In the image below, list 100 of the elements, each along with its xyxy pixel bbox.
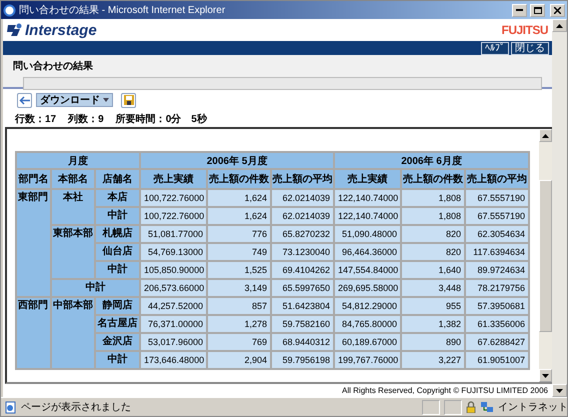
store-cell: 仙台店 bbox=[95, 243, 140, 261]
value-cell: 51,081.77000 bbox=[140, 225, 208, 243]
value-cell: 820 bbox=[401, 243, 466, 261]
stat-text: 行数：17 bbox=[15, 112, 56, 126]
store-cell: 本店 bbox=[95, 189, 140, 207]
value-cell: 1,525 bbox=[207, 261, 272, 279]
value-cell: 206,573.66000 bbox=[140, 279, 208, 297]
zone-label: イントラネット bbox=[498, 401, 564, 414]
value-cell: 3,149 bbox=[207, 279, 272, 297]
value-cell: 955 bbox=[401, 297, 466, 315]
value-cell: 1,278 bbox=[207, 315, 272, 333]
value-cell: 890 bbox=[401, 333, 466, 351]
value-cell: 173,646.48000 bbox=[140, 351, 208, 369]
subtotal-cell: 中計 bbox=[51, 279, 140, 297]
page-scrollbar[interactable] bbox=[552, 19, 567, 397]
value-cell: 1,382 bbox=[401, 315, 466, 333]
logo-icon bbox=[7, 23, 23, 37]
value-cell: 199,767.76000 bbox=[334, 351, 402, 369]
value-cell: 2,904 bbox=[207, 351, 272, 369]
column-header: 売上実績 bbox=[334, 169, 402, 189]
value-cell: 57.3950681 bbox=[465, 297, 530, 315]
brand-logo: FUJITSU bbox=[501, 23, 548, 37]
store-cell: 中計 bbox=[95, 351, 140, 369]
value-cell: 44,257.52000 bbox=[140, 297, 208, 315]
column-header: 部門名 bbox=[16, 169, 51, 189]
value-cell: 51.6423804 bbox=[271, 297, 334, 315]
browser-icon bbox=[3, 4, 16, 16]
scrollbar[interactable] bbox=[539, 129, 552, 382]
value-cell: 67.5557190 bbox=[465, 207, 530, 225]
nav-button[interactable]: 閉じる bbox=[511, 42, 549, 55]
save-button[interactable] bbox=[121, 92, 136, 108]
copyright-text: All Rights Reserved, Copyright © FUJITSU LIMITED 2006 bbox=[342, 386, 548, 395]
division-cell: 本社 bbox=[51, 189, 95, 225]
value-cell: 60,189.67000 bbox=[334, 333, 402, 351]
column-header: 売上額の平均 bbox=[271, 169, 334, 189]
value-cell: 65.8270232 bbox=[271, 225, 334, 243]
stat-text: 所要時間：0分 5秒 bbox=[116, 112, 207, 126]
product-logo: Interstage bbox=[25, 22, 97, 38]
value-cell: 3,448 bbox=[401, 279, 466, 297]
value-cell: 122,140.74000 bbox=[334, 189, 402, 207]
down-arrow-icon bbox=[542, 374, 549, 378]
page-heading: 問い合わせの結果 bbox=[13, 60, 94, 73]
value-cell: 100,722.76000 bbox=[140, 189, 208, 207]
stat-text: 列数：9 bbox=[68, 112, 104, 126]
value-cell: 122,140.74000 bbox=[334, 207, 402, 225]
store-cell: 名古屋店 bbox=[95, 315, 140, 333]
store-cell: 静岡店 bbox=[95, 297, 140, 315]
intranet-icon bbox=[480, 401, 494, 413]
column-header: 2006年 5月度 bbox=[140, 152, 334, 169]
value-cell: 1,624 bbox=[207, 189, 272, 207]
column-header: 本部名 bbox=[51, 169, 95, 189]
maximize-icon bbox=[534, 6, 542, 14]
maximize-button[interactable] bbox=[530, 4, 545, 16]
nav-button[interactable]: ﾍﾙﾌﾟ bbox=[481, 42, 509, 55]
value-cell: 54,769.13000 bbox=[140, 243, 208, 261]
up-arrow-icon bbox=[556, 24, 563, 28]
column-header: 店舗名 bbox=[95, 169, 140, 189]
column-header: 月度 bbox=[16, 152, 140, 169]
department-cell: 西部門 bbox=[16, 297, 51, 369]
value-cell: 67.5557190 bbox=[465, 189, 530, 207]
value-cell: 61.9051007 bbox=[465, 351, 530, 369]
close-button[interactable] bbox=[550, 4, 565, 16]
value-cell: 105,850.90000 bbox=[140, 261, 208, 279]
window-title: 問い合わせの結果 - Microsoft Internet Explorer bbox=[19, 4, 226, 17]
value-cell: 96,464.36000 bbox=[334, 243, 402, 261]
value-cell: 62.0214039 bbox=[271, 189, 334, 207]
value-cell: 53,017.96000 bbox=[140, 333, 208, 351]
status-pane bbox=[422, 400, 440, 414]
page-icon bbox=[4, 400, 17, 414]
store-cell: 札幌店 bbox=[95, 225, 140, 243]
department-cell: 東部門 bbox=[16, 189, 51, 297]
close-icon bbox=[554, 6, 561, 14]
column-header: 売上額の件数 bbox=[207, 169, 272, 189]
value-cell: 69.4104262 bbox=[271, 261, 334, 279]
value-cell: 84,765.80000 bbox=[334, 315, 402, 333]
value-cell: 820 bbox=[401, 225, 466, 243]
value-cell: 100,722.76000 bbox=[140, 207, 208, 225]
value-cell: 117.6394634 bbox=[465, 243, 530, 261]
column-header: 2006年 6月度 bbox=[334, 152, 530, 169]
download-dropdown[interactable]: ダウンロード bbox=[36, 93, 113, 107]
back-button[interactable] bbox=[17, 92, 32, 108]
value-cell: 61.3356006 bbox=[465, 315, 530, 333]
scroll-thumb[interactable] bbox=[539, 180, 552, 332]
value-cell: 67.6288427 bbox=[465, 333, 530, 351]
value-cell: 54,812.29000 bbox=[334, 297, 402, 315]
value-cell: 76,371.00000 bbox=[140, 315, 208, 333]
value-cell: 59.7956198 bbox=[271, 351, 334, 369]
column-header: 売上実績 bbox=[140, 169, 208, 189]
status-message: ページが表示されました bbox=[21, 400, 132, 414]
division-cell: 中部本部 bbox=[51, 297, 95, 369]
value-cell: 59.7582160 bbox=[271, 315, 334, 333]
value-cell: 51,090.48000 bbox=[334, 225, 402, 243]
caret-icon bbox=[103, 98, 109, 102]
value-cell: 62.0214039 bbox=[271, 207, 334, 225]
minimize-button[interactable] bbox=[512, 4, 527, 16]
value-cell: 147,554.84000 bbox=[334, 261, 402, 279]
value-cell: 3,227 bbox=[401, 351, 466, 369]
store-cell: 中計 bbox=[95, 207, 140, 225]
up-arrow-icon bbox=[542, 134, 549, 138]
store-cell: 中計 bbox=[95, 261, 140, 279]
